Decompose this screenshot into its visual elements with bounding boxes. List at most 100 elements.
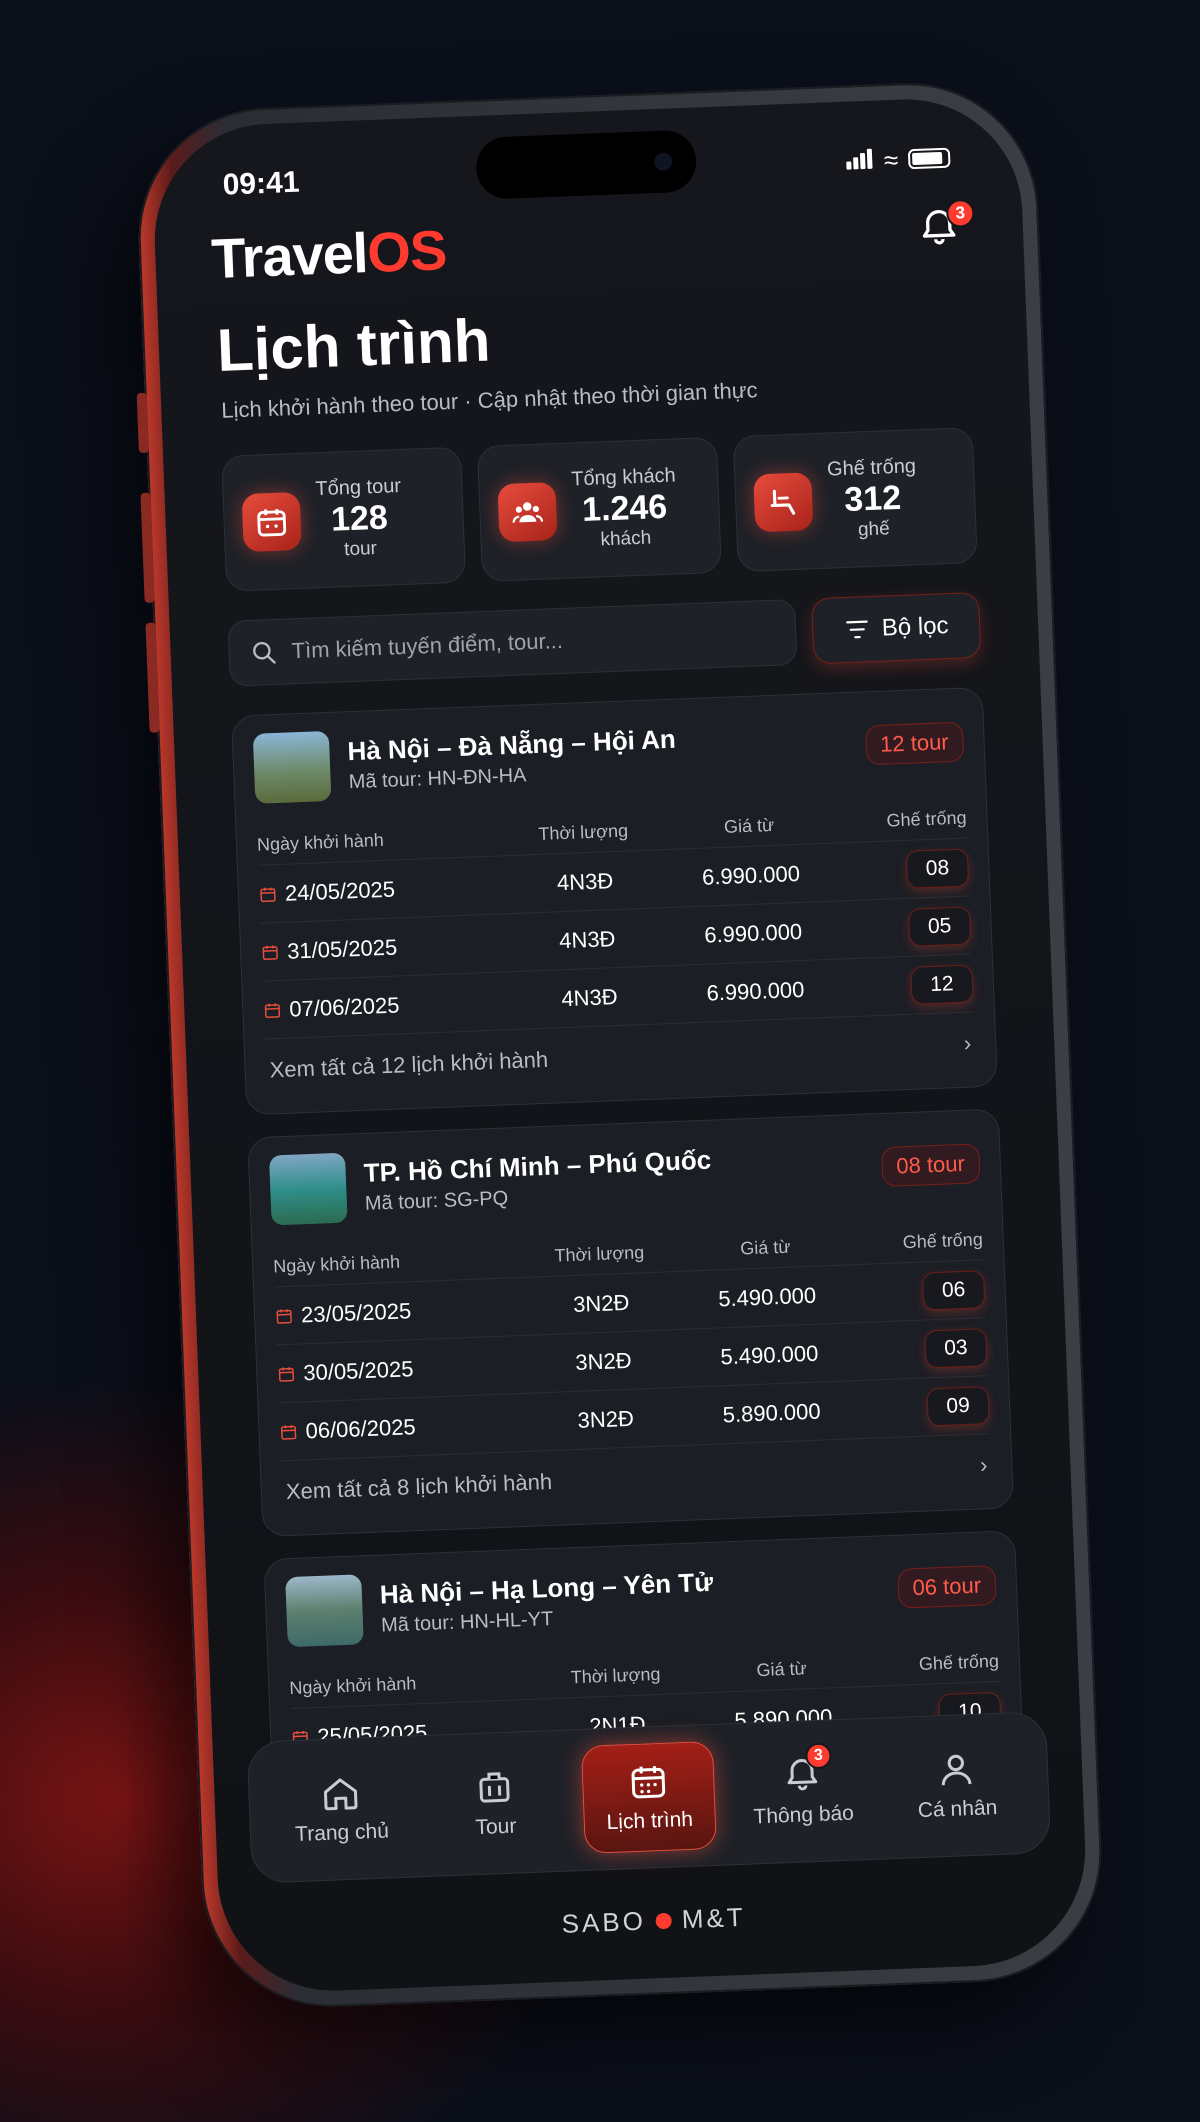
row-date: 23/05/2025 [300,1297,412,1327]
screen: 09:41 ≈ TravelOS 3 Lịch trình Lịch khởi … [150,95,1090,1995]
row-duration: 3N2Đ [577,1405,635,1433]
logo-text-os: OS [366,218,448,285]
stat-label: Ghế trống [826,455,917,481]
schedule-table: Ngày khởi hành Thời lượng Giá từ Ghế trố… [272,1220,991,1462]
tab-tour[interactable]: Tour [427,1747,563,1860]
tour-count-badge: 08 tour [880,1143,981,1188]
bottom-tab-bar: Trang chủ Tour Lịch trình 3 Thông báo Cá… [246,1711,1052,1884]
camera-icon [653,152,673,172]
volume-up-button [140,492,155,603]
filter-icon [845,620,868,639]
row-duration: 4N3Đ [560,983,619,1011]
page-title: Lịch trình [215,306,492,384]
row-price: 5.890.000 [722,1398,822,1427]
notification-badge: 3 [945,198,975,228]
seat-icon [753,472,814,533]
stat-value: 1.246 [581,487,668,529]
col-seats: Ghế trống [902,1229,984,1253]
tab-label: Lịch trình [606,1807,694,1835]
brand-left: SABO [561,1905,647,1939]
row-duration: 3N2Đ [572,1289,630,1317]
row-price: 6.990.000 [703,918,803,948]
col-duration: Thời lượng [537,820,629,844]
calendar-small-icon [262,944,278,960]
stats-row: Tổng tour 128 tour Tổng khách 1.246 khác… [221,427,978,592]
tab-notifications[interactable]: 3 Thông báo [735,1735,871,1848]
row-date: 07/06/2025 [288,991,400,1022]
col-seats: Ghế trống [886,807,967,831]
app-header: TravelOS 3 [210,197,975,291]
calendar-icon [241,491,302,553]
row-price: 6.990.000 [706,976,805,1006]
tour-thumbnail [285,1574,364,1648]
tour-card[interactable]: TP. Hồ Chí Minh – Phú Quốc Mã tour: SG-P… [247,1108,1015,1538]
row-price: 6.990.000 [701,860,801,890]
notification-button[interactable]: 3 [916,198,975,257]
user-icon [941,1754,972,1786]
stat-value: 312 [843,478,902,519]
action-button [136,392,149,454]
volume-down-button [145,622,160,733]
stat-card-seats: Ghế trống 312 ghế [732,427,978,573]
app-logo: TravelOS [210,217,447,291]
tab-label: Cá nhân [917,1796,998,1823]
calendar-small-icon [260,887,276,902]
calendar-small-icon [276,1308,292,1324]
col-duration: Thời lượng [554,1242,645,1266]
logo-text-travel: Travel [210,221,369,291]
stat-value: 128 [330,498,389,539]
col-price: Giá từ [723,814,775,837]
col-date: Ngày khởi hành [289,1673,417,1699]
tour-thumbnail [252,730,332,804]
row-seats: 05 [907,905,972,947]
schedule-table: Ngày khởi hành Thời lượng Giá từ Ghế trố… [256,798,975,1040]
col-seats: Ghế trống [918,1650,1000,1674]
wifi-icon: ≈ [883,144,899,175]
view-all-label: Xem tất cả 12 lịch khởi hành [269,1046,549,1083]
brand-footer: SABO M&T [219,1889,1088,1953]
tour-card[interactable]: Hà Nội – Đà Nẵng – Hội An Mã tour: HN-ĐN… [231,686,998,1116]
battery-icon [907,147,951,170]
stat-unit: tour [343,538,378,561]
status-icons: ≈ [845,142,951,177]
row-duration: 4N3Đ [556,867,614,895]
tab-schedule[interactable]: Lịch trình [580,1740,717,1854]
scene: 09:41 ≈ TravelOS 3 Lịch trình Lịch khởi … [0,0,1200,2122]
tab-label: Thông báo [753,1801,855,1829]
tour-thumbnail [268,1152,348,1226]
row-seats: 12 [910,963,974,1005]
chevron-right-icon: › [963,1030,972,1056]
stat-card-tours: Tổng tour 128 tour [221,446,467,592]
stat-card-guests: Tổng khách 1.246 khách [476,436,722,582]
row-price: 5.490.000 [720,1340,819,1369]
filter-label: Bộ lọc [881,612,950,642]
tab-home[interactable]: Trang chủ [273,1753,409,1866]
calendar-small-icon [264,1002,281,1018]
calendar-icon [631,1766,666,1799]
col-price: Giá từ [756,1658,807,1681]
tab-label: Tour [475,1814,517,1840]
row-date: 30/05/2025 [302,1355,414,1385]
brand-right: M&T [681,1901,747,1935]
view-all-label: Xem tất cả 8 lịch khởi hành [285,1468,553,1505]
row-duration: 4N3Đ [558,925,616,953]
search-input[interactable] [291,619,776,665]
col-price: Giá từ [739,1236,791,1259]
tab-badge: 3 [804,1742,832,1770]
dynamic-island [475,129,698,200]
page-subtitle: Lịch khởi hành theo tour · Cập nhật theo… [220,377,758,423]
signal-icon [845,148,874,174]
stat-unit: ghế [857,518,891,541]
filter-button[interactable]: Bộ lọc [810,591,982,665]
row-seats: 09 [926,1385,990,1426]
col-duration: Thời lượng [570,1663,661,1688]
row-price: 5.490.000 [717,1282,817,1311]
row-date: 24/05/2025 [284,876,396,906]
calendar-small-icon [278,1366,295,1382]
search-icon [253,641,276,664]
row-duration: 3N2Đ [574,1347,633,1375]
tour-count-badge: 12 tour [864,721,965,766]
tab-profile[interactable]: Cá nhân [889,1729,1025,1842]
users-icon [497,482,558,543]
status-time: 09:41 [222,165,301,202]
